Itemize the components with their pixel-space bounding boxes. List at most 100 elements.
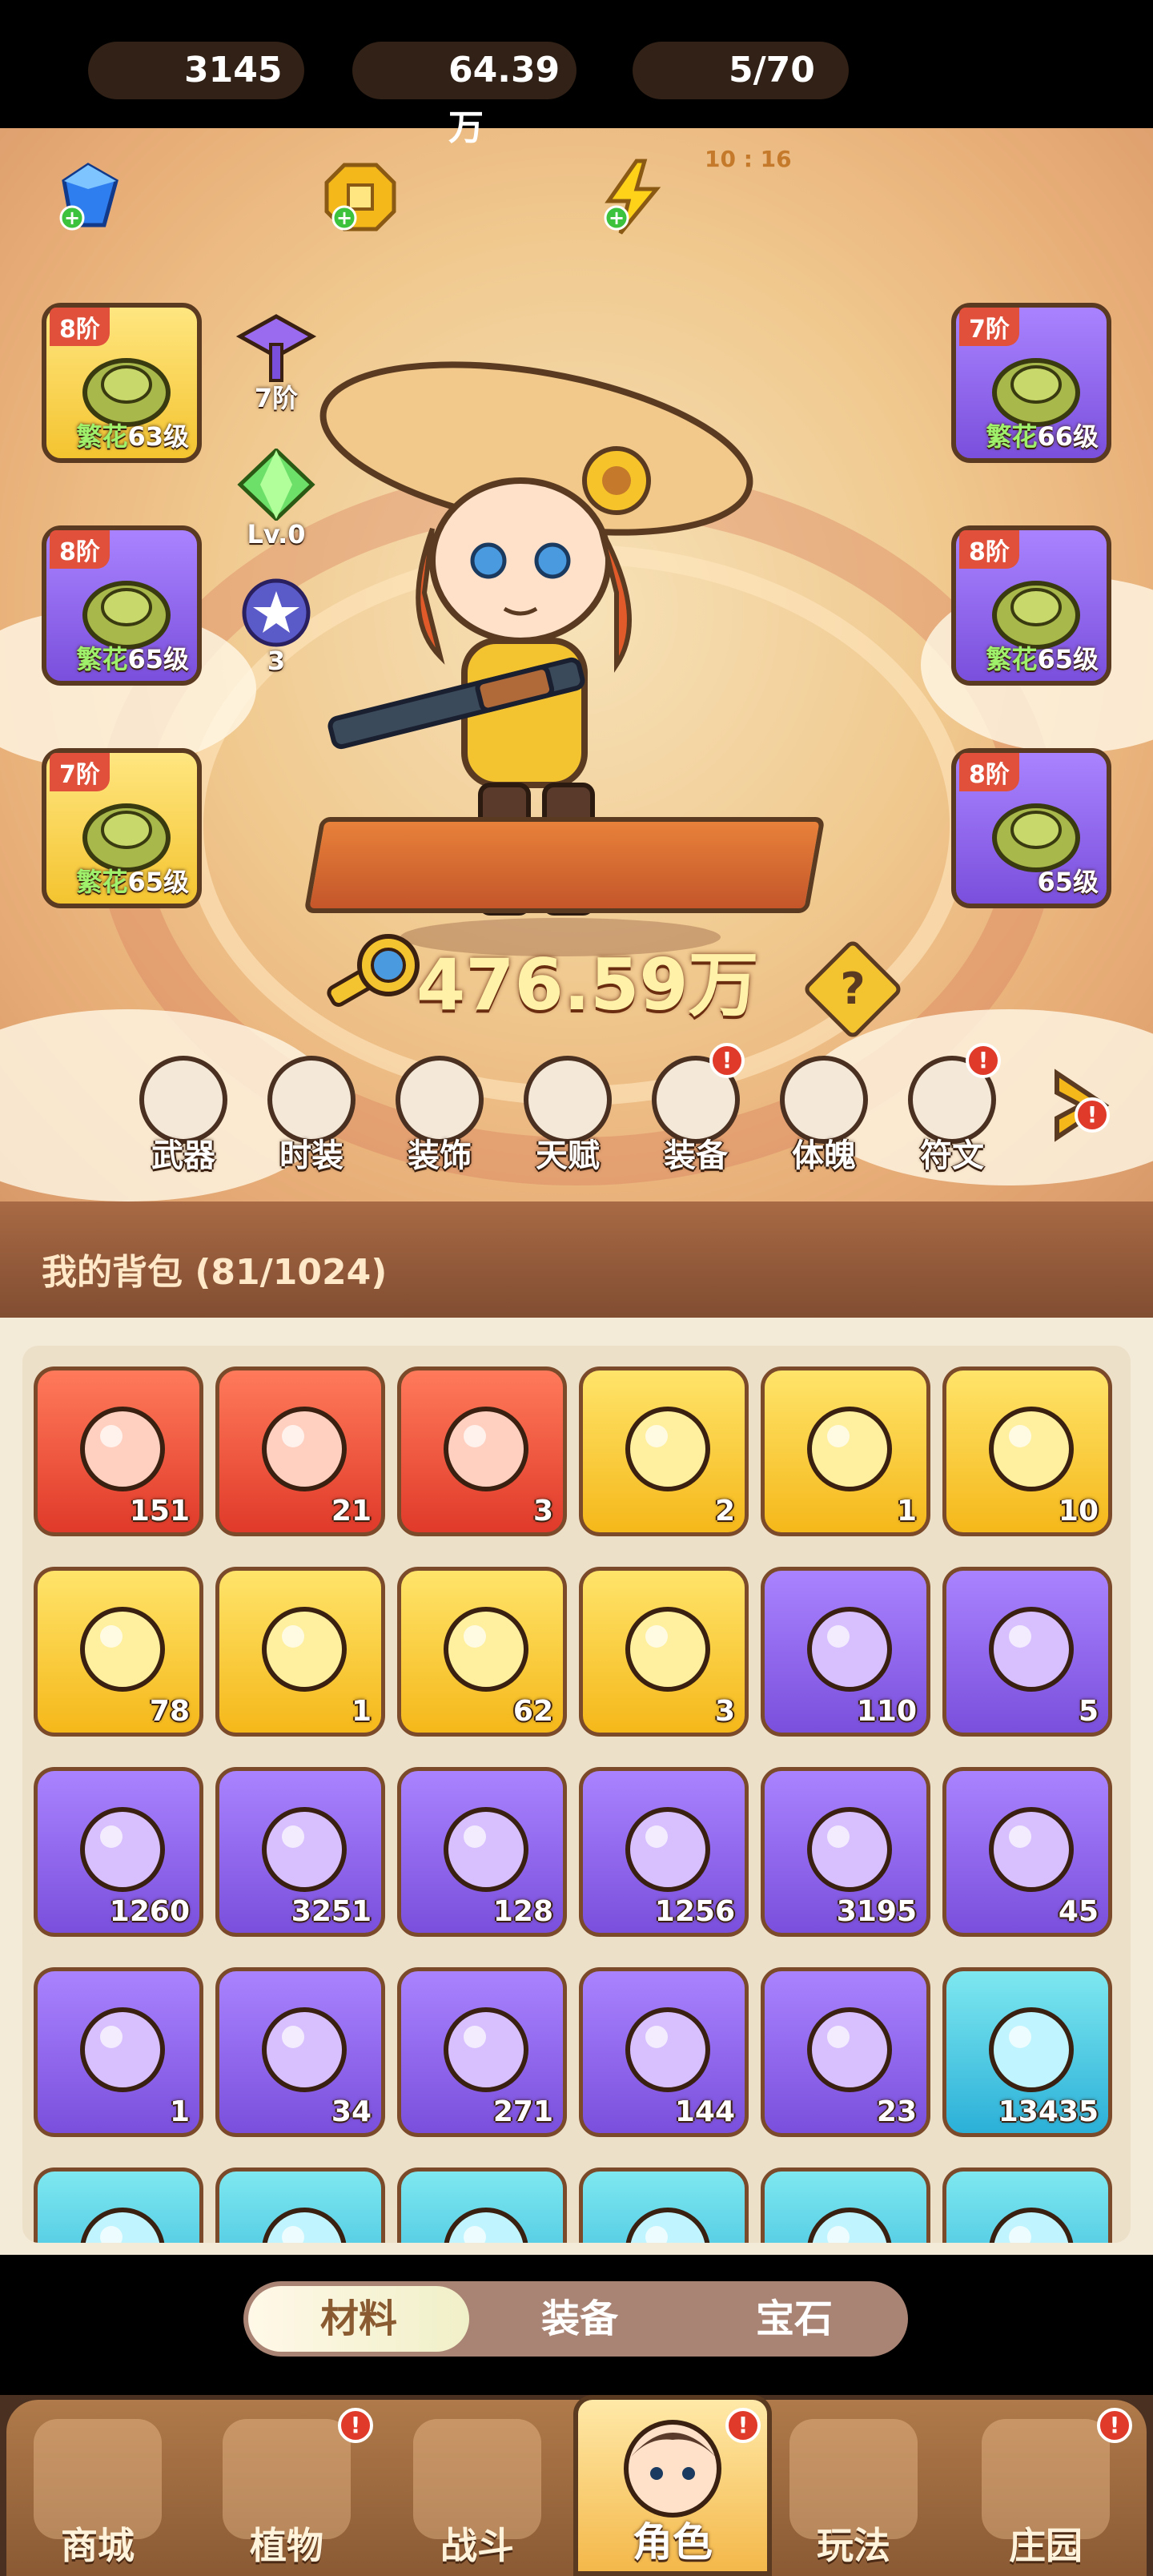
- item-count: 78: [149, 1695, 190, 1728]
- bag-item[interactable]: 2: [579, 1366, 749, 1536]
- red-scroll-icon: [625, 1807, 710, 1892]
- item-count: 144: [674, 2095, 735, 2128]
- equipment-slot[interactable]: 7阶 繁花66级: [951, 303, 1111, 463]
- equipment-slot[interactable]: 7阶 繁花65级: [42, 748, 202, 908]
- bag-item[interactable]: 1256: [579, 1767, 749, 1937]
- function-label: 武器: [151, 1137, 215, 1174]
- item-count: 110: [856, 1695, 917, 1728]
- tab-materials[interactable]: 材料: [248, 2286, 469, 2352]
- level-text: 65级: [1037, 644, 1099, 674]
- function-button[interactable]: 武器: [131, 1056, 235, 1174]
- yellow-scroll-icon: [807, 1807, 892, 1892]
- function-button[interactable]: 装饰: [388, 1056, 492, 1174]
- blue-seed-icon: [262, 2208, 347, 2243]
- equipment-slot[interactable]: 8阶 65级: [951, 748, 1111, 908]
- level-text: 63级: [127, 421, 189, 452]
- bag-item[interactable]: 110: [761, 1567, 930, 1737]
- bag-item[interactable]: 3: [397, 1366, 567, 1536]
- orange-ore-icon: [625, 1607, 710, 1692]
- bag-item[interactable]: 1260: [34, 1767, 203, 1937]
- bag-item[interactable]: 78: [34, 1567, 203, 1737]
- notification-badge: !: [1097, 2408, 1132, 2443]
- bag-item[interactable]: [942, 2167, 1112, 2243]
- function-button[interactable]: 体魄: [772, 1056, 876, 1174]
- tier-badge: 7阶: [959, 308, 1019, 346]
- set-name: 繁花: [76, 421, 128, 452]
- tab-gems[interactable]: 宝石: [684, 2281, 905, 2357]
- golden-pyramid-icon: [80, 1607, 165, 1692]
- green-capsule-icon: [444, 1407, 528, 1491]
- purple-book-icon: [444, 1607, 528, 1692]
- svg-text:+: +: [609, 207, 625, 229]
- item-count: 1260: [109, 1895, 190, 1928]
- purple-seed-icon: [80, 2208, 165, 2243]
- bag-item[interactable]: 1: [215, 1567, 385, 1737]
- bag-item[interactable]: [397, 2167, 567, 2243]
- purple-scroll-icon: [262, 1807, 347, 1892]
- energy-value: 5/70: [729, 50, 815, 91]
- notification-badge: !: [1075, 1097, 1110, 1133]
- gold-counter[interactable]: 64.39万: [352, 42, 576, 148]
- flower-pot-icon: [262, 1607, 347, 1692]
- item-count: 23: [876, 2095, 917, 2128]
- equipment-slot[interactable]: 8阶 繁花65级: [951, 525, 1111, 686]
- bag-item[interactable]: 23: [761, 1967, 930, 2137]
- rune-stone-icon: [807, 1407, 892, 1491]
- nav-item[interactable]: 战斗: [389, 2411, 565, 2576]
- item-count: 13435: [998, 2095, 1099, 2128]
- bag-item[interactable]: 3: [579, 1567, 749, 1737]
- bag-item[interactable]: 144: [579, 1967, 749, 2137]
- bag-item[interactable]: [215, 2167, 385, 2243]
- tier-badge: 8阶: [959, 753, 1019, 791]
- bag-item[interactable]: [761, 2167, 930, 2243]
- diamond-counter[interactable]: 3145: [88, 42, 304, 99]
- question-icon: ?: [840, 964, 866, 1014]
- combat-power-banner: [303, 817, 826, 913]
- nav-label: 角色: [633, 2519, 713, 2566]
- equipment-slot[interactable]: 8阶 繁花63级: [42, 303, 202, 463]
- item-count: 5: [1078, 1695, 1099, 1728]
- tier-badge: 8阶: [50, 530, 110, 569]
- nav-item[interactable]: 商城: [10, 2411, 186, 2576]
- bag-item[interactable]: 128: [397, 1767, 567, 1937]
- bag-item[interactable]: 13435: [942, 1967, 1112, 2137]
- function-button[interactable]: 时装: [259, 1056, 364, 1174]
- nav-label: 玩法: [817, 2524, 890, 2567]
- bag-item[interactable]: 3195: [761, 1767, 930, 1937]
- bag-item[interactable]: [579, 2167, 749, 2243]
- bag-grid[interactable]: 151 21 3 2 1 10 78 1 62 3 110 5 1260 325…: [22, 1346, 1131, 2243]
- bag-item[interactable]: 45: [942, 1767, 1112, 1937]
- blue-star-crystal-icon: [80, 1407, 165, 1491]
- bag-item[interactable]: 21: [215, 1366, 385, 1536]
- bag-item[interactable]: 1: [34, 1967, 203, 2137]
- bag-item[interactable]: [34, 2167, 203, 2243]
- bag-item[interactable]: 271: [397, 1967, 567, 2137]
- orange-seed-icon: [444, 2208, 528, 2243]
- svg-text:+: +: [64, 207, 80, 229]
- bag-item[interactable]: 5: [942, 1567, 1112, 1737]
- set-name: 繁花: [76, 867, 128, 897]
- equipment-slot[interactable]: 8阶 繁花65级: [42, 525, 202, 686]
- function-label: 装备: [664, 1137, 728, 1174]
- nav-label: 战斗: [440, 2524, 514, 2567]
- energy-counter[interactable]: 5/70: [633, 42, 849, 99]
- bag-tabs: 材料 装备 宝石: [243, 2281, 908, 2357]
- lightning-icon: +: [593, 157, 673, 237]
- bag-item[interactable]: 151: [34, 1366, 203, 1536]
- set-name: 繁花: [76, 644, 128, 674]
- function-button[interactable]: 天赋: [516, 1056, 620, 1174]
- nav-item[interactable]: 玩法: [765, 2411, 942, 2576]
- bag-item[interactable]: 1: [761, 1366, 930, 1536]
- purple-flask-icon: [807, 1607, 892, 1692]
- bag-item[interactable]: 62: [397, 1567, 567, 1737]
- tab-equipment[interactable]: 装备: [469, 2281, 690, 2357]
- bag-item[interactable]: 34: [215, 1967, 385, 2137]
- purple-crystal-icon: [625, 2007, 710, 2092]
- item-count: 10: [1058, 1495, 1099, 1527]
- blue-scroll-icon: [444, 1807, 528, 1892]
- bag-item[interactable]: 3251: [215, 1767, 385, 1937]
- svg-text:+: +: [336, 207, 352, 229]
- bag-item[interactable]: 10: [942, 1366, 1112, 1536]
- blue-leaf-icon: [989, 1607, 1074, 1692]
- function-label: 天赋: [536, 1137, 600, 1174]
